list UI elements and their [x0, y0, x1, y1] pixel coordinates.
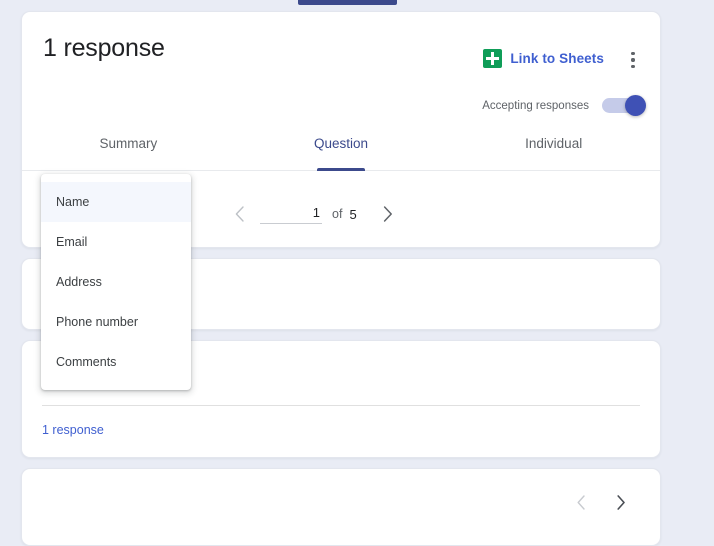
- accepting-responses-row: Accepting responses: [482, 94, 646, 116]
- dropdown-item-label: Address: [56, 275, 102, 289]
- kebab-dot: [631, 64, 635, 69]
- dropdown-item-name[interactable]: Name: [41, 182, 191, 222]
- link-to-sheets-label: Link to Sheets: [510, 51, 604, 66]
- dropdown-item-label: Comments: [56, 355, 117, 369]
- chevron-left-icon[interactable]: [222, 197, 256, 231]
- more-options-icon[interactable]: [623, 50, 643, 70]
- question-select-dropdown[interactable]: Name Email Address Phone number Comments: [41, 174, 191, 390]
- question-pagination: of 5: [222, 193, 405, 235]
- chevron-right-icon[interactable]: [604, 485, 638, 519]
- dropdown-item-email[interactable]: Email: [41, 222, 191, 262]
- response-count-link[interactable]: 1 response: [42, 423, 104, 437]
- tab-question-label: Question: [313, 136, 369, 151]
- sheets-icon: [483, 49, 503, 68]
- tab-summary[interactable]: Summary: [22, 134, 235, 170]
- dropdown-item-label: Name: [56, 195, 90, 209]
- top-tab-indicator: [298, 0, 397, 5]
- dropdown-item-address[interactable]: Address: [41, 262, 191, 302]
- dropdown-item-comments[interactable]: Comments: [41, 342, 191, 382]
- pagination-total-pages: 5: [349, 206, 357, 222]
- response-count-title: 1 response: [43, 34, 165, 62]
- dropdown-item-label: Phone number: [56, 315, 139, 329]
- dropdown-item-label: Email: [56, 235, 88, 249]
- bottom-navigation-card: [21, 468, 661, 546]
- chevron-right-icon[interactable]: [371, 197, 405, 231]
- responses-tabs: Summary Question Individual: [22, 134, 660, 171]
- tab-question[interactable]: Question: [235, 134, 448, 170]
- tab-individual-label: Individual: [525, 136, 583, 151]
- bottom-navigation: [564, 485, 638, 519]
- card-divider: [42, 405, 640, 406]
- tab-summary-label: Summary: [99, 136, 158, 151]
- kebab-dot: [631, 58, 635, 62]
- link-to-sheets-button[interactable]: Link to Sheets: [483, 49, 604, 68]
- chevron-left-icon[interactable]: [564, 485, 598, 519]
- page-number-input[interactable]: [260, 204, 322, 224]
- pagination-of-label: of: [332, 207, 343, 221]
- accepting-responses-toggle[interactable]: [602, 94, 646, 116]
- tab-individual[interactable]: Individual: [447, 134, 660, 170]
- kebab-dot: [631, 51, 635, 56]
- accepting-responses-label: Accepting responses: [482, 99, 589, 112]
- dropdown-item-phone-number[interactable]: Phone number: [41, 302, 191, 342]
